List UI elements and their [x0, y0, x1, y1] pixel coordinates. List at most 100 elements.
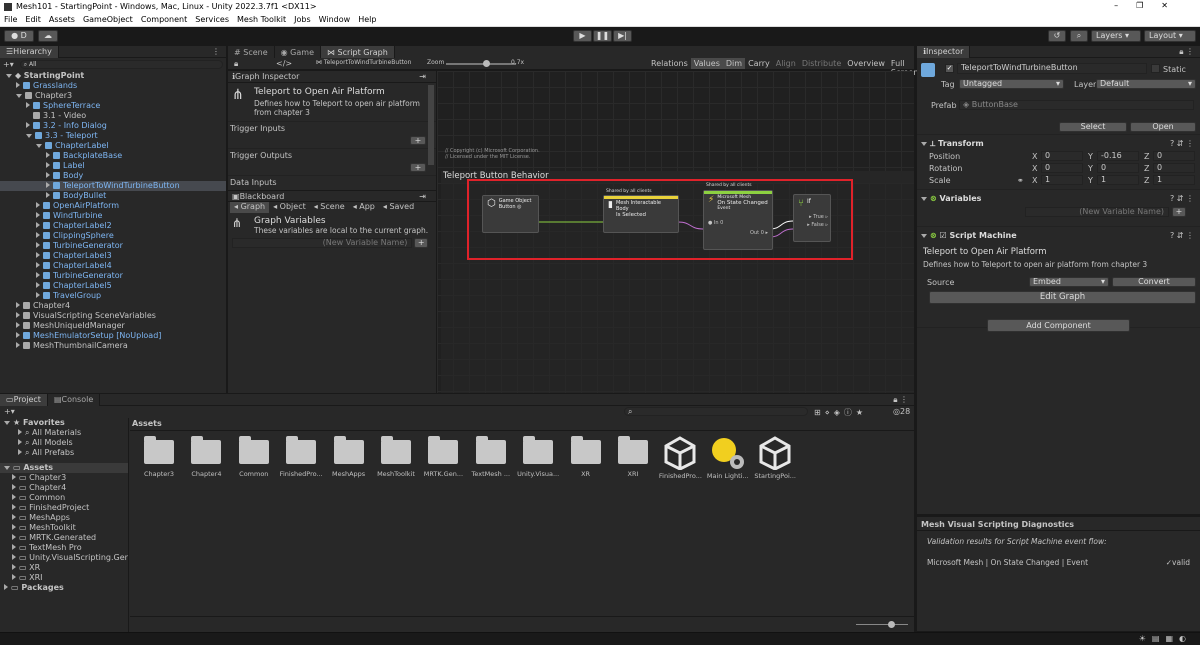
tab-game[interactable]: ◉ Game: [274, 46, 321, 58]
rotation-z-field[interactable]: 0: [1153, 163, 1195, 173]
foldout-arrow-icon[interactable]: [4, 466, 10, 470]
cloud-button[interactable]: ☁: [38, 30, 58, 42]
foldout-arrow-icon[interactable]: [18, 449, 22, 455]
menu-item-window[interactable]: Window: [319, 15, 351, 24]
scale-z-field[interactable]: 1: [1153, 175, 1195, 185]
hierarchy-item[interactable]: 3.2 - Info Dialog: [0, 121, 226, 131]
hierarchy-item[interactable]: TurbineGenerator: [0, 241, 226, 251]
foldout-arrow-icon[interactable]: [26, 134, 32, 138]
hierarchy-item[interactable]: ◆ StartingPoint: [0, 71, 226, 81]
tree-folder[interactable]: ▭ Chapter3: [0, 473, 128, 483]
code-icon[interactable]: </>: [276, 59, 292, 68]
open-button[interactable]: Open: [1130, 122, 1196, 132]
foldout-arrow-icon[interactable]: [4, 584, 8, 590]
component-menu-icons[interactable]: ? ⇵ ⋮: [1170, 231, 1194, 240]
hierarchy-item[interactable]: 3.1 - Video: [0, 111, 226, 121]
tab-console[interactable]: ▤ Console: [47, 393, 101, 406]
select-button[interactable]: Select: [1059, 122, 1127, 132]
pause-button[interactable]: ❚❚: [593, 30, 612, 42]
graph-breadcrumb[interactable]: ⋈ TeleportToWindTurbineButton: [316, 59, 411, 66]
graph-toolbar-align[interactable]: Align: [773, 58, 799, 69]
menu-item-file[interactable]: File: [4, 15, 17, 24]
foldout-arrow-icon[interactable]: [12, 554, 16, 560]
hierarchy-item[interactable]: Label: [0, 161, 226, 171]
component-menu-icons[interactable]: ? ⇵ ⋮: [1170, 194, 1194, 203]
foldout-arrow-icon[interactable]: [12, 574, 16, 580]
menu-item-services[interactable]: Services: [195, 15, 229, 24]
tree-favorite-item[interactable]: ⌕ All Models: [0, 438, 128, 448]
add-icon[interactable]: +▾: [4, 407, 15, 416]
link-icon[interactable]: ⚭: [1017, 176, 1024, 185]
hierarchy-item[interactable]: MeshThumbnailCamera: [0, 341, 226, 351]
asset-folder[interactable]: XR: [562, 436, 610, 478]
tree-folder[interactable]: ▭ MRTK.Generated: [0, 533, 128, 543]
foldout-arrow-icon[interactable]: [16, 312, 20, 318]
foldout-arrow-icon[interactable]: [12, 534, 16, 540]
asset-folder[interactable]: Unity.Visua...: [514, 436, 562, 478]
tree-folder[interactable]: ▭ Common: [0, 493, 128, 503]
tree-folder[interactable]: ▭ TextMesh Pro: [0, 543, 128, 553]
asset-folder[interactable]: XRI: [609, 436, 657, 478]
edit-graph-button[interactable]: Edit Graph: [929, 291, 1196, 304]
step-button[interactable]: ▶|: [613, 30, 632, 42]
history-button[interactable]: ↺: [1048, 30, 1066, 42]
foldout-arrow-icon[interactable]: [36, 232, 40, 238]
menu-item-gameobject[interactable]: GameObject: [83, 15, 133, 24]
foldout-arrow-icon[interactable]: [36, 144, 42, 148]
foldout-arrow-icon[interactable]: [12, 494, 16, 500]
panel-menu-icon[interactable]: ⋮: [212, 47, 220, 56]
tab-hierarchy[interactable]: ☰ Hierarchy: [0, 45, 59, 58]
tree-favorite-item[interactable]: ⌕ All Prefabs: [0, 448, 128, 458]
blackboard-tab-saved[interactable]: ◂ Saved: [379, 202, 418, 213]
tree-folder[interactable]: ▭ MeshApps: [0, 513, 128, 523]
layers-dropdown[interactable]: Layers ▾: [1091, 30, 1141, 42]
foldout-arrow-icon[interactable]: [36, 252, 40, 258]
lock-icon[interactable]: 🔒︎: [234, 59, 238, 69]
graph-toolbar-overview[interactable]: Overview: [844, 58, 888, 69]
source-dropdown[interactable]: Embed ▾: [1029, 277, 1109, 287]
foldout-arrow-icon[interactable]: [36, 262, 40, 268]
graph-toolbar-carry[interactable]: Carry: [745, 58, 773, 69]
add-trigger-input-button[interactable]: +: [410, 136, 426, 145]
layer-dropdown[interactable]: Default ▾: [1096, 79, 1196, 89]
foldout-arrow-icon[interactable]: [12, 564, 16, 570]
foldout-arrow-icon[interactable]: [16, 94, 22, 98]
blackboard-tab-graph[interactable]: ◂ Graph: [230, 202, 270, 213]
tree-folder[interactable]: ▭ XRI: [0, 573, 128, 583]
icon-size-slider[interactable]: [856, 621, 908, 628]
play-button[interactable]: ▶: [573, 30, 592, 42]
hierarchy-item[interactable]: VisualScripting SceneVariables: [0, 311, 226, 321]
foldout-arrow-icon[interactable]: [46, 192, 50, 198]
tab-inspector[interactable]: ℹ Inspector: [917, 45, 971, 58]
foldout-arrow-icon[interactable]: [26, 122, 30, 128]
add-variable-button[interactable]: +: [414, 238, 428, 248]
asset-folder[interactable]: MeshToolkit: [372, 436, 420, 478]
tree-assets[interactable]: ▭ Assets: [0, 463, 128, 473]
foldout-arrow-icon[interactable]: [16, 302, 20, 308]
menu-item-edit[interactable]: Edit: [25, 15, 41, 24]
hierarchy-item[interactable]: Grasslands: [0, 81, 226, 91]
tree-folder[interactable]: ▭ Unity.VisualScripting.Genera: [0, 553, 128, 563]
menu-item-help[interactable]: Help: [358, 15, 376, 24]
tab-script-graph[interactable]: ⋈ Script Graph: [321, 46, 395, 58]
rotation-y-field[interactable]: 0: [1097, 163, 1139, 173]
asset-breadcrumb[interactable]: Assets: [132, 419, 162, 428]
tab-project[interactable]: ▭ Project: [0, 393, 48, 406]
zoom-slider[interactable]: [446, 60, 516, 67]
foldout-arrow-icon[interactable]: [6, 74, 12, 78]
hierarchy-item[interactable]: ChapterLabel: [0, 141, 226, 151]
hierarchy-item[interactable]: ChapterLabel4: [0, 261, 226, 271]
account-button[interactable]: ● D: [4, 30, 34, 42]
foldout-arrow-icon[interactable]: [36, 272, 40, 278]
collapse-icon[interactable]: ⇥: [419, 72, 426, 81]
asset-unity[interactable]: StartingPoi...: [751, 436, 799, 480]
add-trigger-output-button[interactable]: +: [410, 163, 426, 172]
blackboard-tab-object[interactable]: ◂ Object: [269, 202, 310, 213]
asset-folder[interactable]: TextMesh ...: [467, 436, 515, 478]
tree-favorites[interactable]: ★ Favorites: [0, 418, 128, 428]
hierarchy-item[interactable]: WindTurbine: [0, 211, 226, 221]
position-y-field[interactable]: -0.16: [1097, 151, 1139, 161]
new-variable-input[interactable]: (New Variable Name): [1025, 207, 1169, 217]
hierarchy-item[interactable]: BodyBullet: [0, 191, 226, 201]
graph-toolbar-relations[interactable]: Relations: [648, 58, 691, 69]
